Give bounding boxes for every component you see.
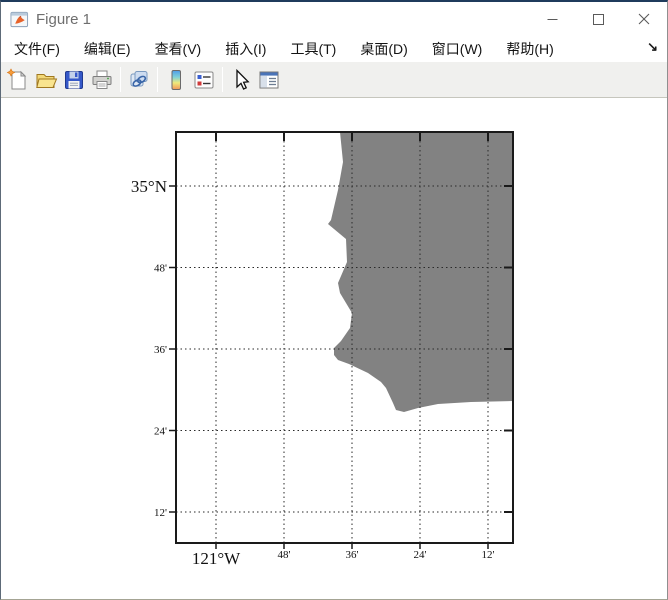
y-tick-label-12m: 12' bbox=[154, 507, 167, 519]
x-tick-label-121W: 121°W bbox=[192, 549, 241, 568]
y-tick-label-35N: 35°N bbox=[131, 177, 167, 196]
show-plot-tools-button[interactable] bbox=[255, 66, 283, 94]
toolbar-separator bbox=[222, 67, 223, 92]
insert-legend-button[interactable] bbox=[190, 66, 218, 94]
new-document-icon bbox=[6, 68, 30, 92]
figure-window: Figure 1 文件(F) 编辑(E) 查看(V) bbox=[0, 0, 668, 600]
x-tick-label-36m: 36' bbox=[346, 549, 359, 561]
matlab-figure-icon bbox=[10, 10, 29, 29]
menu-file[interactable]: 文件(F) bbox=[8, 36, 66, 62]
menu-bar: 文件(F) 编辑(E) 查看(V) 插入(I) 工具(T) 桌面(D) 窗口(W… bbox=[1, 36, 667, 62]
y-tick-label-48m: 48' bbox=[154, 263, 167, 275]
minimize-button[interactable] bbox=[529, 2, 575, 36]
y-tick-label-24m: 24' bbox=[154, 426, 167, 438]
save-floppy-icon bbox=[62, 68, 86, 92]
maximize-icon bbox=[593, 14, 604, 25]
figure-canvas: 35°N 48' 36' 24' 12' 121°W 48' 36' 24' 1… bbox=[1, 98, 667, 598]
menu-tools[interactable]: 工具(T) bbox=[284, 36, 342, 62]
maximize-button[interactable] bbox=[575, 2, 621, 36]
new-figure-button[interactable] bbox=[4, 66, 32, 94]
menu-edit[interactable]: 编辑(E) bbox=[78, 36, 137, 62]
colorbar-icon bbox=[164, 68, 188, 92]
menu-view[interactable]: 查看(V) bbox=[149, 36, 208, 62]
legend-icon bbox=[192, 68, 216, 92]
plot-tools-panel-icon bbox=[257, 68, 281, 92]
open-folder-icon bbox=[34, 68, 58, 92]
menu-desktop[interactable]: 桌面(D) bbox=[354, 36, 413, 62]
open-file-button[interactable] bbox=[32, 66, 60, 94]
title-bar: Figure 1 bbox=[1, 2, 667, 36]
close-button[interactable] bbox=[621, 2, 667, 36]
y-tick-label-36m: 36' bbox=[154, 344, 167, 356]
print-figure-button[interactable] bbox=[88, 66, 116, 94]
toolbar-separator bbox=[120, 67, 121, 92]
window-controls bbox=[529, 2, 667, 36]
printer-icon bbox=[90, 68, 114, 92]
dock-figure-arrow-icon[interactable]: ↘ bbox=[647, 39, 658, 55]
toolbar-separator bbox=[157, 67, 158, 92]
menu-window[interactable]: 窗口(W) bbox=[426, 36, 489, 62]
insert-colorbar-button[interactable] bbox=[162, 66, 190, 94]
link-plot-button[interactable] bbox=[125, 66, 153, 94]
window-title: Figure 1 bbox=[36, 11, 91, 28]
x-tick-label-12m: 12' bbox=[482, 549, 495, 561]
edit-plot-button[interactable] bbox=[227, 66, 255, 94]
figure-toolbar bbox=[1, 62, 667, 98]
menu-help[interactable]: 帮助(H) bbox=[500, 36, 559, 62]
minimize-icon bbox=[547, 14, 558, 25]
cursor-arrow-icon bbox=[229, 68, 253, 92]
menu-insert[interactable]: 插入(I) bbox=[219, 36, 272, 62]
link-plot-icon bbox=[127, 68, 151, 92]
x-tick-label-24m: 24' bbox=[414, 549, 427, 561]
close-icon bbox=[638, 13, 650, 25]
map-plot: 35°N 48' 36' 24' 12' 121°W 48' 36' 24' 1… bbox=[1, 98, 668, 598]
save-figure-button[interactable] bbox=[60, 66, 88, 94]
x-tick-label-48m: 48' bbox=[278, 549, 291, 561]
